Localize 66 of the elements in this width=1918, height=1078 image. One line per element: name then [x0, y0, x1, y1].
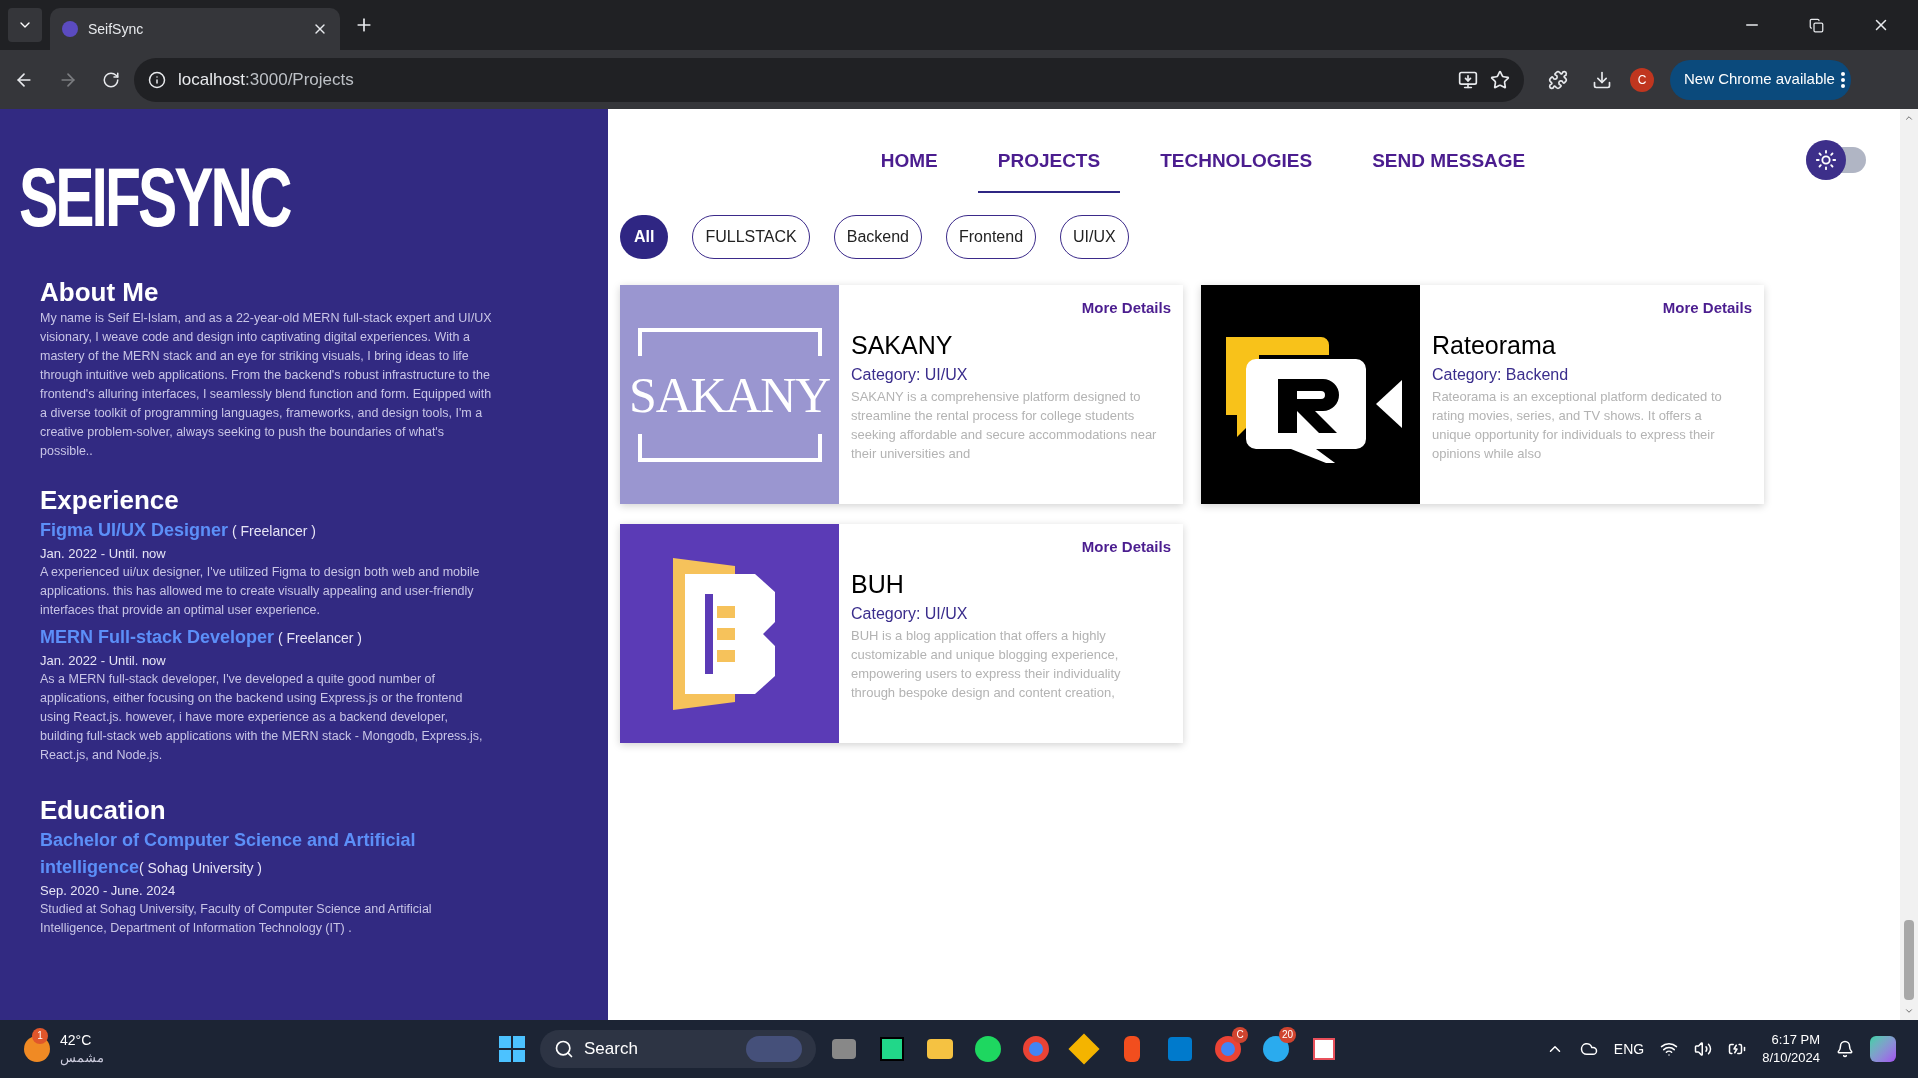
scrollbar[interactable]: [1900, 109, 1918, 1020]
project-description: Rateorama is an exceptional platform dedicated to rating movies, series, and TV shows. It offers a unique opportunity for individuals to express their opinions while also: [1432, 387, 1723, 463]
clock[interactable]: 6:17 PM 8/10/2024: [1762, 1031, 1820, 1067]
entry-dates: Sep. 2020 - June. 2024: [40, 882, 177, 900]
project-title: Rateorama: [1432, 329, 1557, 361]
temperature: 42°C: [60, 1031, 93, 1049]
scroll-up-icon[interactable]: [1904, 113, 1914, 123]
entry-description: Studied at Sohag University, Faculty of Computer Science and Artificial Intelligence, Department of Information Technology (IT) .: [40, 901, 433, 937]
extensions-icon[interactable]: [1548, 69, 1568, 90]
notification-icon[interactable]: [1836, 1040, 1854, 1058]
section-heading: Experience: [40, 484, 180, 517]
theme-toggle[interactable]: [1806, 140, 1866, 180]
restore-icon[interactable]: [1809, 17, 1824, 33]
sun-icon: [1815, 149, 1837, 171]
bookmark-icon[interactable]: [1490, 69, 1510, 90]
section-heading: About Me: [40, 276, 160, 309]
project-title: BUH: [851, 568, 905, 600]
weather-text: مشمس: [60, 1049, 104, 1067]
project-description: SAKANY is a comprehensive platform designed to streamline the rental process for college students seeking affordable and secure accommodations near their universities and: [851, 387, 1158, 463]
wifi-icon[interactable]: [1660, 1040, 1679, 1058]
nav-link[interactable]: SEND MESSAGE: [1352, 146, 1546, 193]
section-heading: Education: [40, 794, 167, 827]
language-indicator[interactable]: ENG: [1613, 1038, 1645, 1060]
project-category: Category: UI/UX: [851, 603, 969, 624]
search-field[interactable]: Search: [540, 1030, 816, 1068]
browser-tab[interactable]: SeifSync: [50, 8, 340, 50]
project-category: Category: Backend: [1432, 364, 1570, 385]
notification-badge: C: [1232, 1027, 1248, 1043]
address-bar[interactable]: localhost:3000/Projects: [134, 57, 1524, 102]
entry-description: A experienced ui/ux designer, I've utilized Figma to design both web and mobile applications. this has allowed me to create visually appealing and user-friendly interfaces that provide an optimal user experience.: [40, 564, 481, 619]
more-details-link[interactable]: More Details: [1081, 297, 1171, 320]
favicon-icon: [62, 21, 78, 37]
profile-avatar[interactable]: C: [1630, 67, 1654, 92]
scrollbar-thumb[interactable]: [1904, 920, 1914, 1000]
nav-link[interactable]: PROJECTS: [977, 146, 1121, 193]
entry-description: As a MERN full-stack developer, I've developed a quite good number of applications, either focusing on the backend using Express.js or the frontend using React.js. however, i have more experience as a backend developer, building full-stack web applications with the MERN stack - Mongodb, Express.js, React.js, and Node.js.: [40, 671, 484, 764]
update-button[interactable]: New Chrome available: [1670, 59, 1851, 100]
reload-icon[interactable]: [102, 70, 120, 89]
volume-icon[interactable]: [1694, 1040, 1713, 1058]
logo: SEIFSYNC: [19, 155, 290, 239]
entry-heading: Bachelor of Computer Science and Artificial intelligence( Sohag University ): [40, 829, 417, 879]
search-icon: [554, 1039, 574, 1059]
notification-badge: 20: [1278, 1027, 1296, 1043]
cloud-icon[interactable]: [1579, 1040, 1598, 1058]
project-description: BUH is a blog application that offers a highly customizable and unique blogging experience, empowering users to express their individuality through bespoke design and content creation,: [851, 626, 1122, 702]
entry-heading: MERN Full-stack Developer ( Freelancer ): [40, 626, 363, 649]
install-icon[interactable]: [1458, 69, 1478, 90]
project-category: Category: UI/UX: [851, 364, 969, 385]
entry-dates: Jan. 2022 - Until. now: [40, 652, 167, 670]
about-text: My name is Seif El-Islam, and as a 22-year-old MERN full-stack expert and UI/UX visionary, I weave code and design into captivating digital experiences. With a mastery of the MERN stack and an eye for striking visuals, I bring ideas to life through intuitive web applications. From the backend's robust infrastructure to the frontend's alluring interfaces, I seamlessly blend function and form. Equipped with a diverse toolkit of programming languages, frameworks, and design tools, I'm a creative problem-solver, always seeking to push the boundaries of what's possible..: [40, 310, 493, 460]
more-details-link[interactable]: More Details: [1662, 297, 1752, 320]
tab-title: SeifSync: [88, 19, 145, 39]
nav-link[interactable]: TECHNOLOGIES: [1140, 146, 1333, 193]
more-icon: [1840, 71, 1845, 88]
filter-chip[interactable]: All: [620, 215, 669, 259]
download-icon[interactable]: [1592, 69, 1612, 90]
url-text: localhost:3000/Projects: [178, 68, 355, 91]
site-info-icon[interactable]: [148, 70, 166, 89]
entry-heading: Figma UI/UX Designer ( Freelancer ): [40, 519, 317, 542]
notification-badge: 1: [32, 1028, 48, 1044]
more-details-link[interactable]: More Details: [1081, 536, 1171, 559]
nav-link[interactable]: HOME: [860, 146, 958, 193]
scroll-down-icon[interactable]: [1904, 1006, 1914, 1016]
entry-dates: Jan. 2022 - Until. now: [40, 545, 167, 563]
tab-list-button[interactable]: [8, 8, 42, 42]
project-title: SAKANY: [851, 329, 954, 361]
